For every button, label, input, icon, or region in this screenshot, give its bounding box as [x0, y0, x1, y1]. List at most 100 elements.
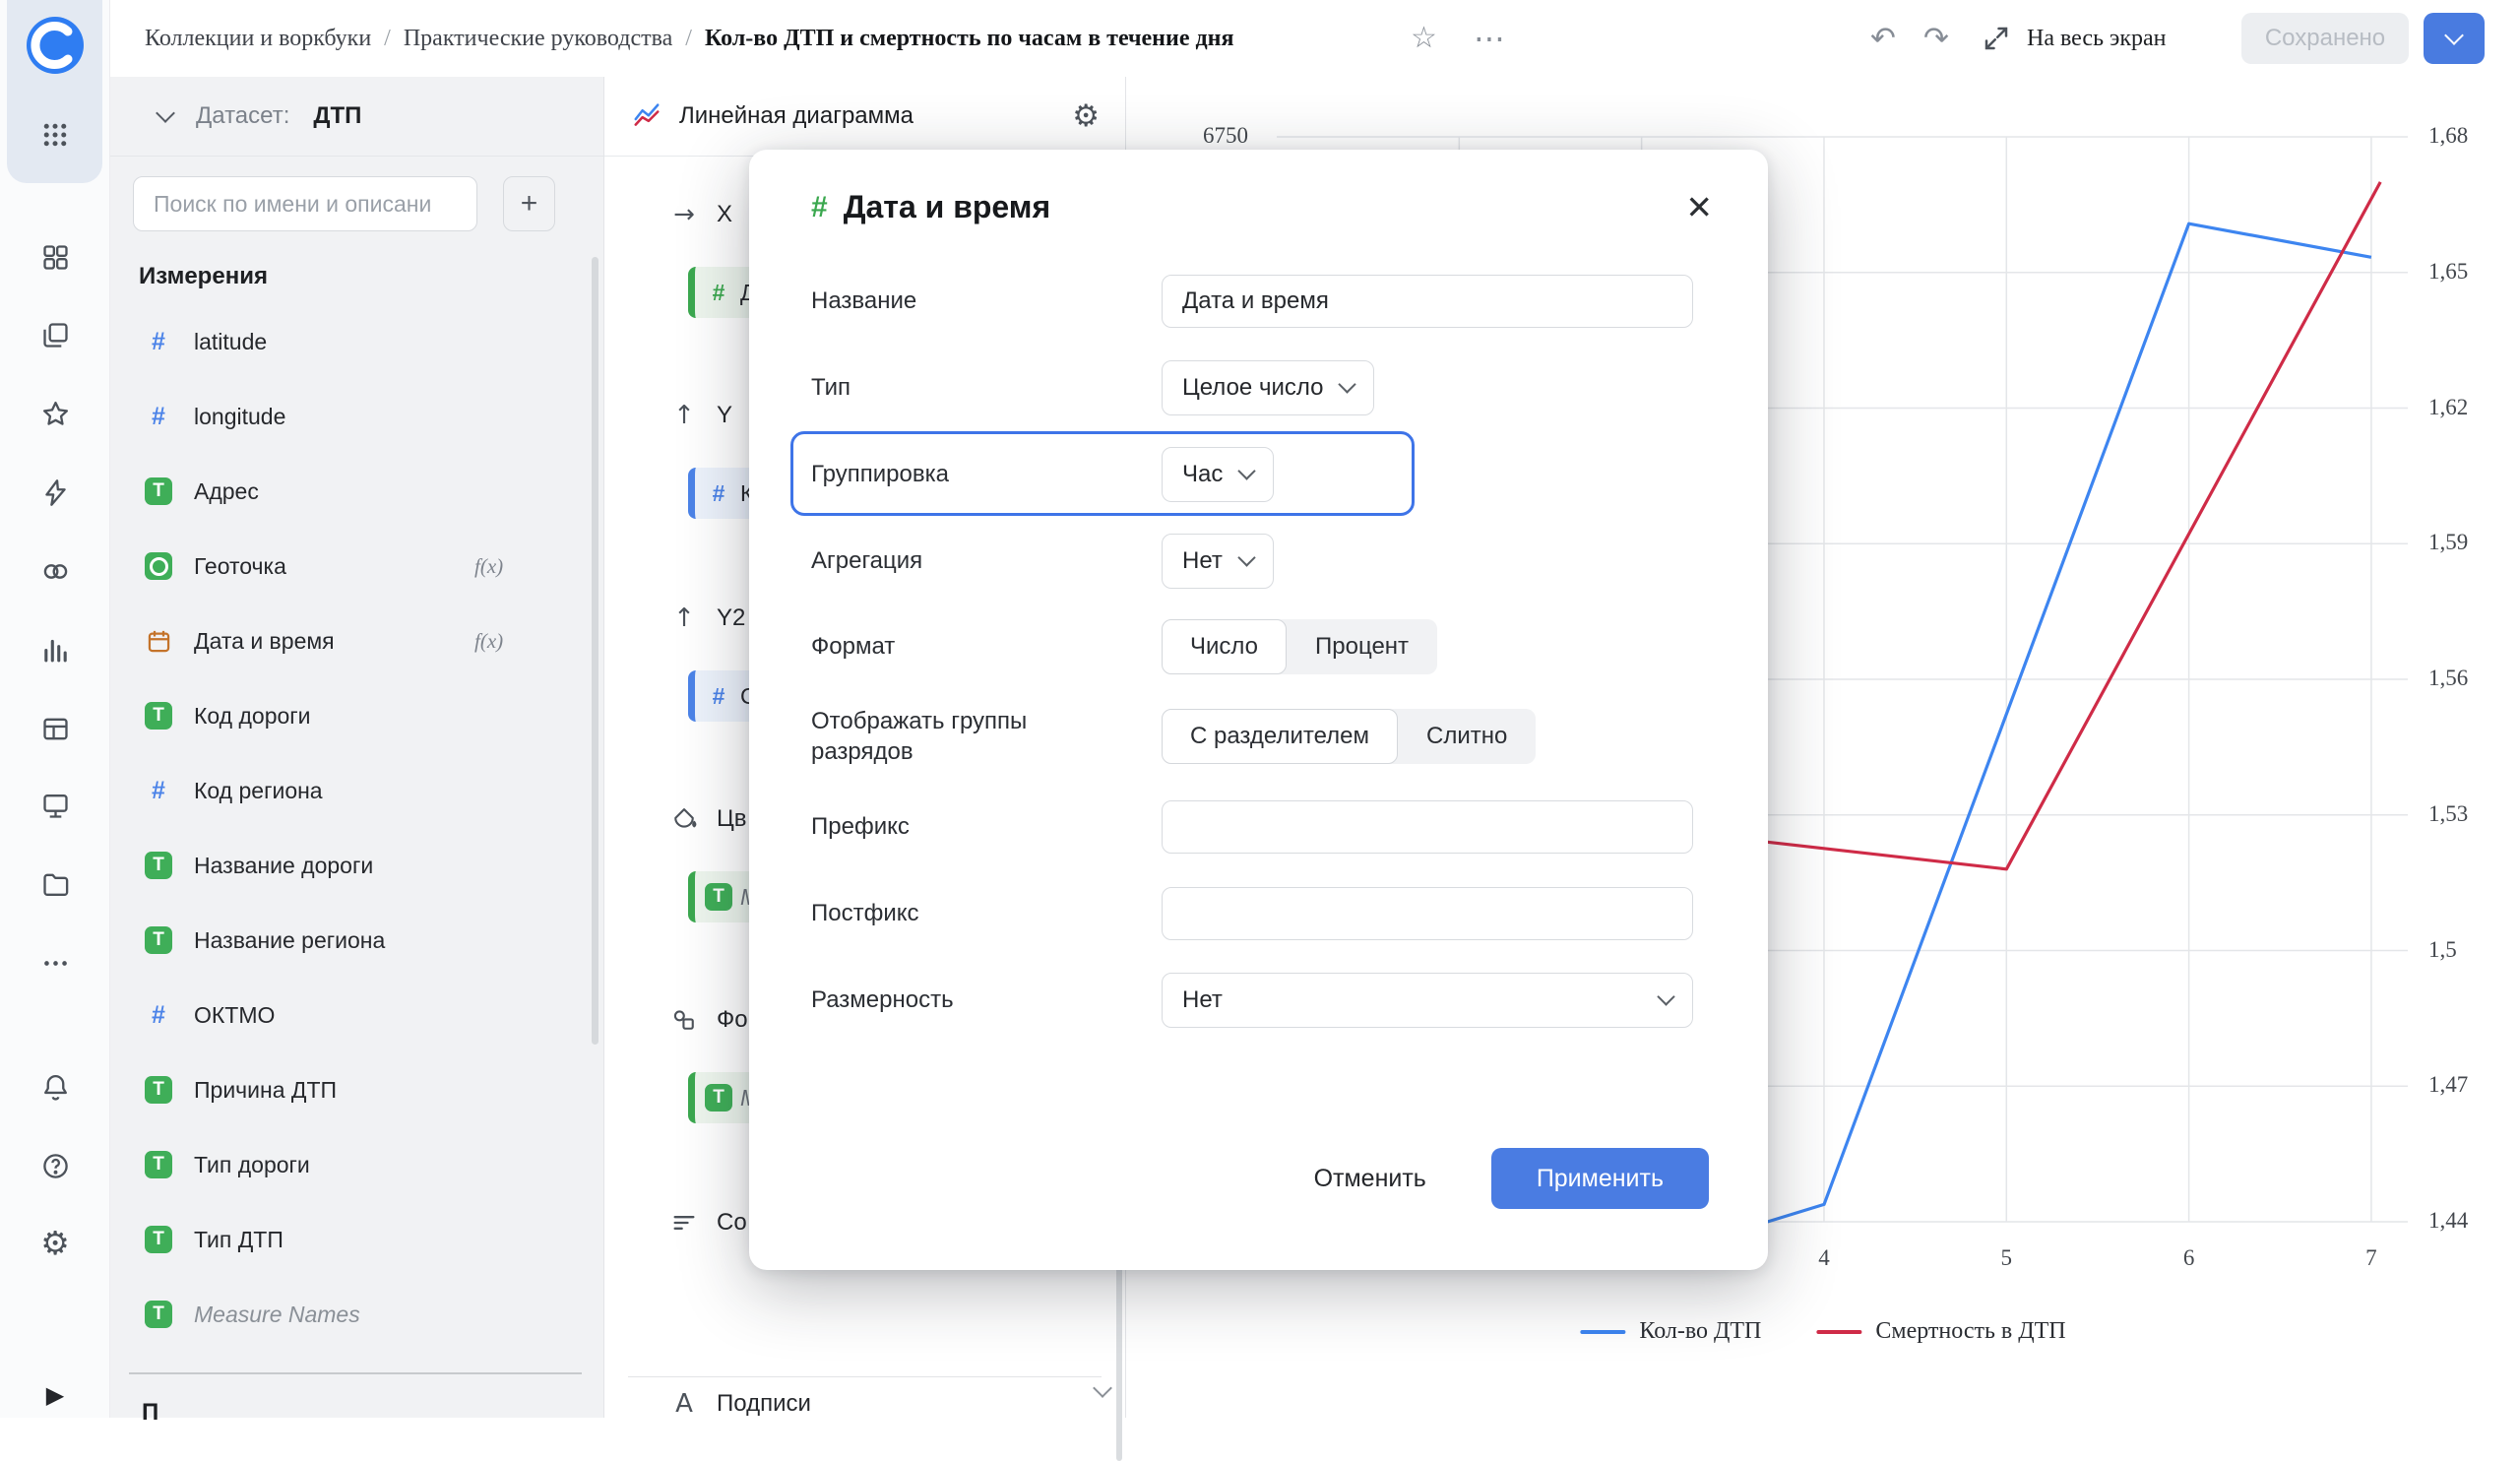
- field-row[interactable]: Дата и время f(x): [109, 603, 603, 678]
- undo-icon[interactable]: ↶: [1870, 0, 1896, 77]
- gear-icon[interactable]: ⚙: [1072, 100, 1100, 132]
- section-header[interactable]: А Подписи: [604, 1383, 1125, 1425]
- field-name: Тип ДТП: [194, 1226, 284, 1252]
- breadcrumb-item[interactable]: Коллекции и воркбуки: [145, 26, 371, 52]
- number-type-icon: #: [152, 1000, 165, 1029]
- monitor-icon[interactable]: [33, 784, 77, 827]
- segment-option[interactable]: С разделителем: [1162, 709, 1398, 764]
- field-row[interactable]: T Название региона: [109, 903, 603, 978]
- close-icon[interactable]: ✕: [1679, 187, 1719, 227]
- dimension-select[interactable]: Нет: [1162, 973, 1693, 1028]
- segment-option[interactable]: Число: [1162, 619, 1288, 674]
- segment-option[interactable]: Процент: [1287, 619, 1437, 674]
- chevron-down-icon: [1657, 987, 1675, 1006]
- field-row[interactable]: # longitude: [109, 379, 603, 454]
- aggregation-select[interactable]: Нет: [1162, 534, 1274, 589]
- fullscreen-label[interactable]: На весь экран: [2027, 0, 2166, 77]
- chart-type-label[interactable]: Линейная диаграмма: [679, 102, 914, 130]
- dataset-scrollbar[interactable]: [592, 257, 598, 1045]
- y-right-tick-label: 1,65: [2428, 258, 2469, 284]
- dataset-name[interactable]: ДТП: [313, 102, 361, 130]
- saved-button[interactable]: Сохранено: [2241, 13, 2409, 64]
- labels-icon: А: [675, 1389, 693, 1419]
- add-field-button[interactable]: +: [503, 176, 555, 231]
- y-right-tick-label: 1,62: [2428, 394, 2469, 419]
- gear-icon[interactable]: ⚙: [33, 1221, 77, 1264]
- field-name: Название дороги: [194, 852, 374, 878]
- field-row[interactable]: T Тип дороги: [109, 1127, 603, 1202]
- name-input[interactable]: [1162, 275, 1693, 328]
- type-select[interactable]: Целое число: [1162, 360, 1375, 415]
- sections-divider: [628, 1376, 1102, 1377]
- datalens-logo[interactable]: [24, 14, 87, 77]
- grouping-select[interactable]: Час: [1162, 447, 1275, 502]
- redo-icon[interactable]: ↷: [1923, 0, 1949, 77]
- chart-type-header: Линейная диаграмма ⚙: [604, 77, 1125, 157]
- legend-line-swatch: [1580, 1329, 1626, 1334]
- dimension-field-label: Размерность: [811, 986, 954, 1014]
- folder-icon[interactable]: [33, 862, 77, 906]
- y-axis-arrow-icon: ↑: [673, 603, 695, 633]
- type-select-value: Целое число: [1182, 374, 1324, 401]
- field-row[interactable]: T Адрес: [109, 454, 603, 529]
- cancel-button[interactable]: Отменить: [1289, 1148, 1452, 1209]
- field-row[interactable]: T Код дороги: [109, 678, 603, 753]
- prefix-input[interactable]: [1162, 800, 1693, 854]
- bar-chart-icon[interactable]: [33, 628, 77, 671]
- question-icon[interactable]: [33, 1144, 77, 1187]
- field-row[interactable]: # latitude: [109, 304, 603, 379]
- top-bar: Коллекции и воркбуки / Практические руко…: [109, 0, 2520, 77]
- dataset-header[interactable]: Датасет: ДТП: [109, 77, 603, 157]
- field-row[interactable]: T Название дороги: [109, 828, 603, 903]
- apply-button[interactable]: Применить: [1490, 1148, 1709, 1209]
- datalens-logo-icon: [27, 17, 84, 74]
- star-icon[interactable]: [33, 392, 77, 435]
- postfix-input[interactable]: [1162, 887, 1693, 940]
- x-tick-label: 4: [1818, 1245, 1830, 1270]
- line-chart-type-icon[interactable]: [632, 99, 662, 134]
- segment-option[interactable]: Слитно: [1398, 709, 1536, 764]
- formula-badge: f(x): [474, 553, 504, 578]
- apps-grid-icon[interactable]: [33, 113, 77, 157]
- table-icon[interactable]: [33, 707, 77, 750]
- format-segmented-control: Число Процент: [1162, 619, 1438, 674]
- field-row[interactable]: Геоточка f(x): [109, 529, 603, 603]
- field-name: Тип дороги: [194, 1151, 310, 1177]
- four-squares-icon[interactable]: [33, 235, 77, 279]
- field-row[interactable]: T Тип ДТП: [109, 1202, 603, 1277]
- number-type-icon: #: [152, 776, 165, 804]
- ellipsis-icon[interactable]: [33, 941, 77, 985]
- lightning-icon[interactable]: [33, 471, 77, 514]
- number-type-icon: #: [712, 479, 725, 506]
- play-icon[interactable]: ▶: [33, 1373, 77, 1417]
- series-line: [1767, 222, 2372, 1224]
- breadcrumb-separator: /: [685, 25, 692, 51]
- text-type-icon: T: [145, 702, 172, 730]
- stacked-squares-icon[interactable]: [33, 313, 77, 356]
- field-row[interactable]: T Measure Names: [109, 1277, 603, 1352]
- text-type-icon: T: [145, 926, 172, 954]
- digit-groups-field-label: Отображать группы разрядов: [811, 707, 1028, 765]
- legend-item[interactable]: Кол-во ДТП: [1580, 1318, 1761, 1345]
- field-row[interactable]: # Код региона: [109, 753, 603, 828]
- section-label: Y: [717, 402, 733, 428]
- section-label: Y2: [717, 604, 746, 631]
- favorite-star-icon[interactable]: ☆: [1411, 0, 1437, 77]
- field-row[interactable]: # ОКТМО: [109, 978, 603, 1052]
- field-name: Measure Names: [194, 1301, 360, 1327]
- two-circles-icon[interactable]: [33, 549, 77, 593]
- fullscreen-icon[interactable]: [1982, 0, 2011, 77]
- more-options-icon[interactable]: ⋯: [1474, 0, 1505, 77]
- field-name: Адрес: [194, 477, 259, 504]
- save-menu-button[interactable]: [2424, 13, 2485, 64]
- bell-icon[interactable]: [33, 1065, 77, 1109]
- y-right-tick-label: 1,44: [2428, 1208, 2469, 1233]
- dialog-actions: Отменить Применить: [1289, 1148, 1709, 1209]
- dialog-title: # Дата и время: [811, 189, 1050, 225]
- legend-item[interactable]: Смертность в ДТП: [1816, 1318, 2066, 1345]
- chevron-down-icon: [1237, 462, 1257, 480]
- breadcrumb-item[interactable]: Практические руководства: [404, 26, 672, 52]
- format-field-row: Формат Число Процент: [811, 604, 1693, 689]
- search-input[interactable]: [133, 176, 477, 231]
- field-row[interactable]: T Причина ДТП: [109, 1052, 603, 1127]
